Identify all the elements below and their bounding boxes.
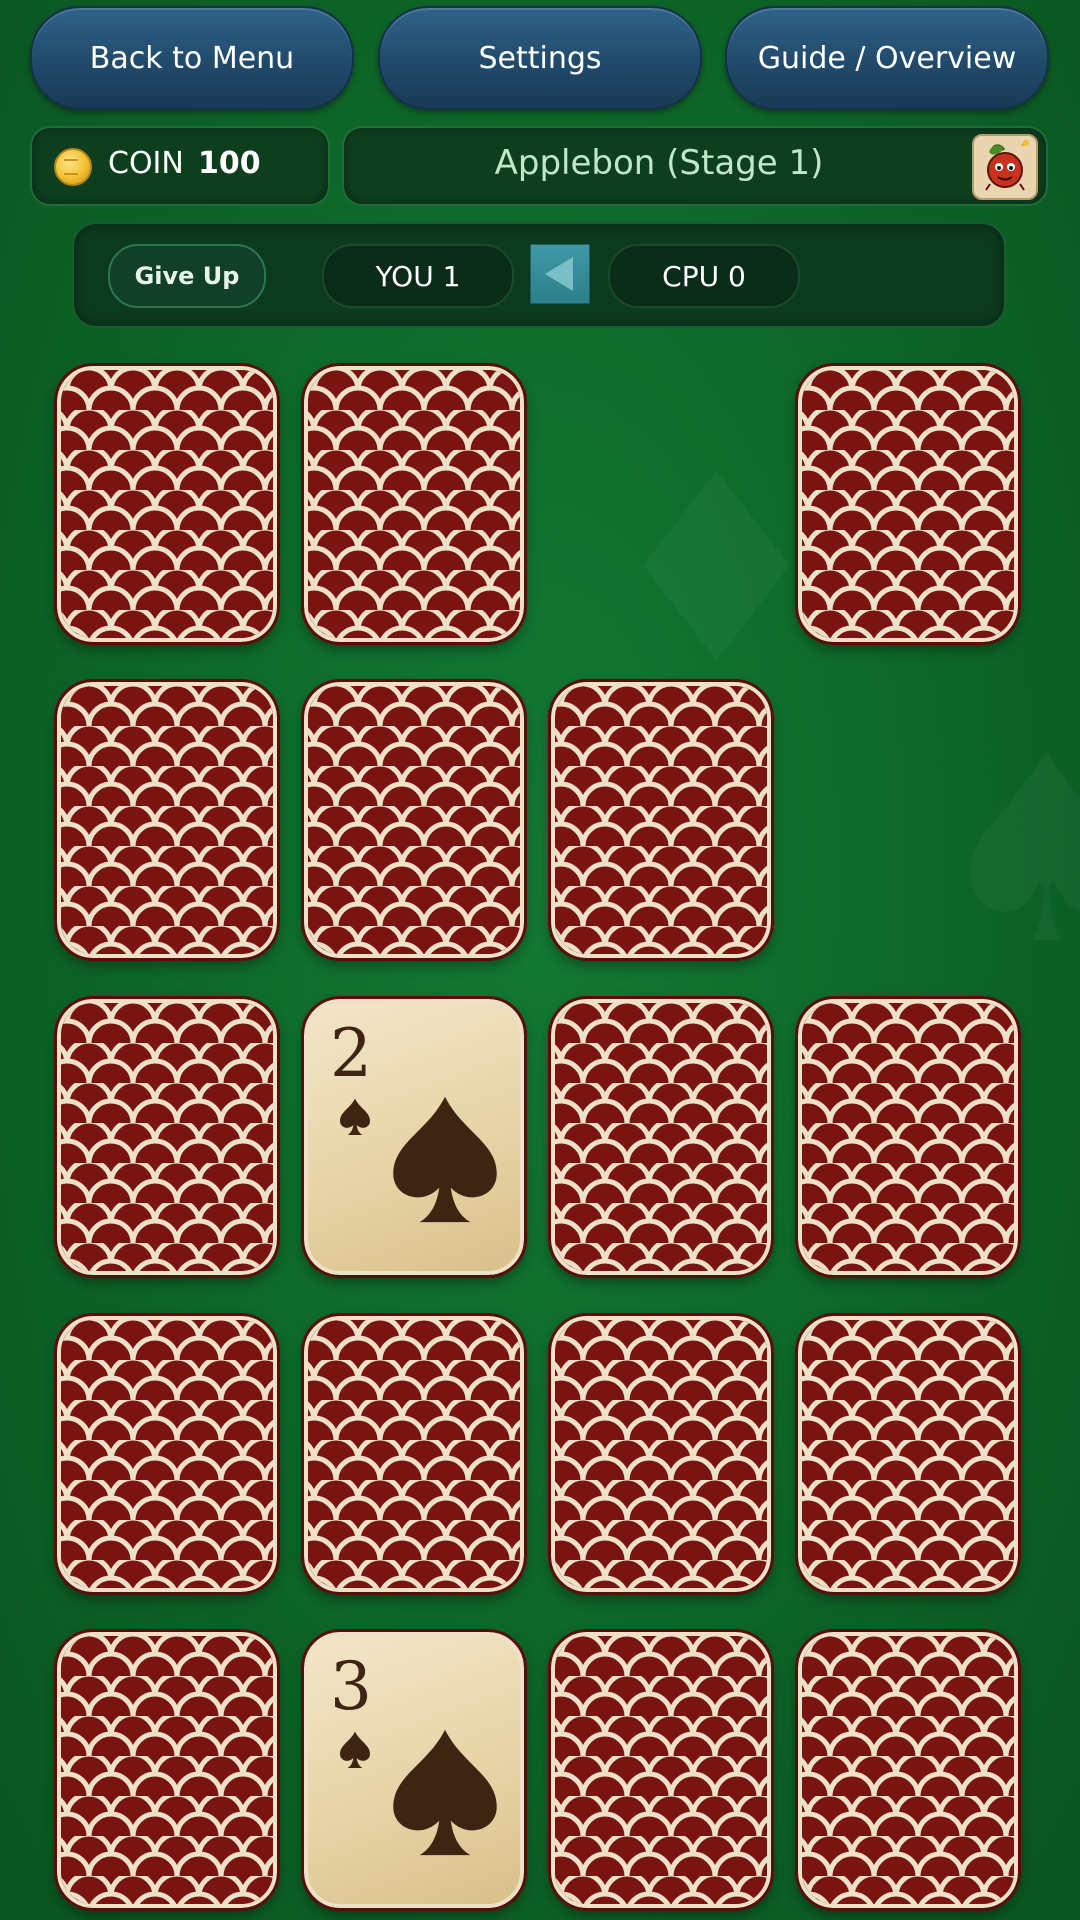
- card-back[interactable]: [301, 1313, 527, 1595]
- left-arrow-icon: [530, 244, 590, 304]
- coin-label: COIN: [108, 146, 184, 181]
- stage-panel: Applebon (Stage 1): [342, 126, 1048, 206]
- card-back[interactable]: [548, 1313, 774, 1595]
- guide-overview-button[interactable]: Guide / Overview: [725, 6, 1049, 110]
- cpu-score: CPU 0: [608, 244, 800, 308]
- card-back[interactable]: [301, 679, 527, 961]
- coin-icon: [54, 148, 92, 186]
- give-up-button[interactable]: Give Up: [108, 244, 266, 308]
- coin-value: 100: [198, 146, 261, 181]
- scoreboard-panel: Give Up YOU 1 CPU 0: [72, 222, 1006, 328]
- back-to-menu-button[interactable]: Back to Menu: [30, 6, 354, 110]
- settings-label: Settings: [478, 40, 602, 76]
- card-back[interactable]: [795, 363, 1021, 645]
- card-back[interactable]: [548, 679, 774, 961]
- card-back[interactable]: [54, 1313, 280, 1595]
- spade-icon: [340, 1731, 370, 1768]
- spade-icon: [340, 1098, 370, 1135]
- card-back[interactable]: [54, 363, 280, 645]
- settings-button[interactable]: Settings: [378, 6, 702, 110]
- back-to-menu-label: Back to Menu: [89, 40, 295, 76]
- card-back[interactable]: [548, 1629, 774, 1911]
- card-back[interactable]: [54, 679, 280, 961]
- apple-character-icon[interactable]: [972, 134, 1038, 200]
- spade-icon: [393, 1729, 497, 1856]
- background-spade-icon: ♠: [930, 700, 1080, 1002]
- spade-icon: [393, 1096, 497, 1223]
- card-face-3-spades[interactable]: 3: [301, 1629, 527, 1911]
- card-back[interactable]: [54, 1629, 280, 1911]
- player-score: YOU 1: [322, 244, 514, 308]
- card-rank: 2: [330, 1015, 372, 1092]
- card-face-2-spades[interactable]: 2: [301, 996, 527, 1278]
- stage-title: Applebon (Stage 1): [494, 143, 824, 183]
- card-back[interactable]: [301, 363, 527, 645]
- card-back[interactable]: [795, 996, 1021, 1278]
- card-back[interactable]: [795, 1313, 1021, 1595]
- card-back[interactable]: [795, 1629, 1021, 1911]
- card-back[interactable]: [548, 996, 774, 1278]
- guide-overview-label: Guide / Overview: [757, 40, 1017, 76]
- coin-panel: COIN 100: [30, 126, 330, 206]
- card-back[interactable]: [54, 996, 280, 1278]
- card-rank: 3: [330, 1648, 372, 1725]
